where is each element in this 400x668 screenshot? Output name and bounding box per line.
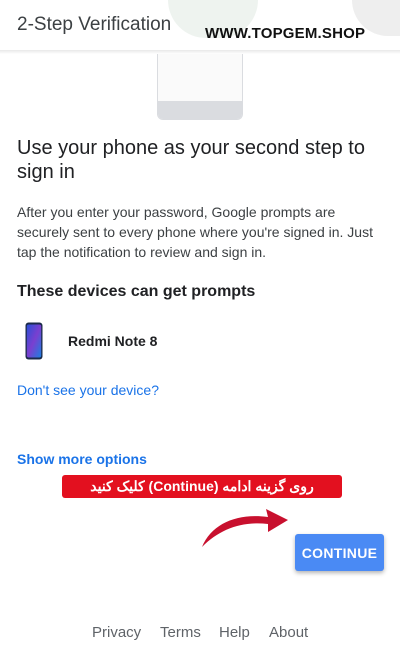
- instruction-banner: روی گزینه ادامه (Continue) کلیک کنید: [62, 475, 342, 498]
- show-more-options-link[interactable]: Show more options: [17, 451, 147, 467]
- footer-terms-link[interactable]: Terms: [160, 624, 201, 641]
- device-list-item: Redmi Note 8: [17, 320, 377, 362]
- page-title: 2-Step Verification: [17, 14, 172, 35]
- phone-illustration: [157, 54, 243, 120]
- smartphone-icon: [25, 322, 43, 360]
- footer-help-link[interactable]: Help: [219, 624, 250, 641]
- device-name: Redmi Note 8: [68, 333, 158, 349]
- devices-heading: These devices can get prompts: [17, 283, 256, 300]
- continue-button[interactable]: CONTINUE: [295, 534, 384, 571]
- watermark-text: WWW.TOPGEM.SHOP: [205, 25, 366, 42]
- description-text: After you enter your password, Google pr…: [17, 204, 373, 260]
- phone-illustration-bar: [158, 101, 242, 119]
- dont-see-device-link[interactable]: Don't see your device?: [17, 382, 159, 398]
- main-heading: Use your phone as your second step to si…: [17, 137, 365, 183]
- footer-privacy-link[interactable]: Privacy: [92, 624, 141, 641]
- footer-about-link[interactable]: About: [269, 624, 308, 641]
- pointer-arrow-icon: [202, 509, 288, 547]
